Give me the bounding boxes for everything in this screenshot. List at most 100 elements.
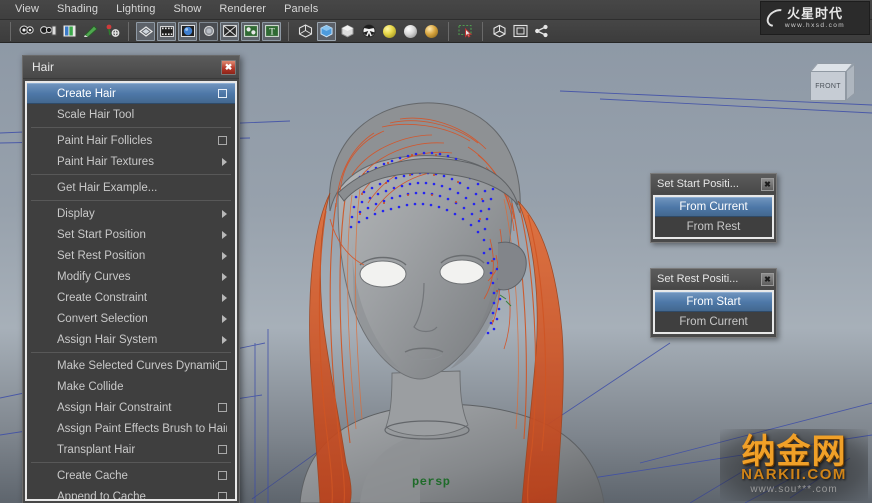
chevron-right-icon <box>222 293 227 302</box>
wireframe-on-shaded-icon[interactable] <box>317 21 336 41</box>
hxsd-logo: 火星时代 www.hxsd.com <box>760 1 870 35</box>
default-light-sphere-icon[interactable] <box>380 22 399 41</box>
hair-menu-title-bar[interactable]: Hair ✖ <box>23 56 239 79</box>
set-start-position-list[interactable]: From Current From Rest <box>653 195 774 239</box>
set-rest-position-list[interactable]: From Start From Current <box>653 290 774 334</box>
chevron-right-icon <box>222 230 227 239</box>
close-icon[interactable]: ✖ <box>761 177 774 191</box>
checker-sphere-icon[interactable] <box>359 22 378 41</box>
menu-item-paint-hair-follicles[interactable]: Paint Hair Follicles <box>27 130 235 151</box>
hair-menu-list[interactable]: Create Hair Scale Hair Tool Paint Hair Fol… <box>25 81 237 501</box>
menu-item-scale-hair-tool[interactable]: Scale Hair Tool <box>27 104 235 125</box>
menu-item-make-collide[interactable]: Make Collide <box>27 376 235 397</box>
menu-item-renderer[interactable]: Renderer <box>210 1 275 18</box>
camera-icon[interactable] <box>18 22 37 41</box>
film-gate-icon[interactable] <box>157 21 176 41</box>
menu-divider <box>31 127 231 128</box>
menu-item-assign-hair-system[interactable]: Assign Hair System <box>27 329 235 350</box>
logo-url-text: www.hxsd.com <box>784 22 846 29</box>
menu-item-label: Append to Cache <box>57 490 146 501</box>
option-box-icon[interactable] <box>218 136 227 145</box>
camera-attributes-icon[interactable] <box>39 22 58 41</box>
menu-item-label: Assign Hair System <box>57 333 158 346</box>
menu-item-create-cache[interactable]: Create Cache <box>27 465 235 486</box>
menu-divider <box>31 174 231 175</box>
xray-shade-icon[interactable] <box>220 21 239 41</box>
menu-item-label: Assign Hair Constraint <box>57 401 172 414</box>
menu-item-shading[interactable]: Shading <box>48 1 107 18</box>
menu-item-view[interactable]: View <box>6 1 48 18</box>
option-box-icon[interactable] <box>218 361 227 370</box>
set-rest-position-window[interactable]: Set Rest Positi... ✖ From Start From Cur… <box>650 268 777 338</box>
menu-item-get-hair-example[interactable]: Get Hair Example... <box>27 177 235 198</box>
isolate-select-icon[interactable] <box>296 22 315 41</box>
set-start-position-title-bar[interactable]: Set Start Positi... ✖ <box>651 174 776 194</box>
option-box-icon[interactable] <box>218 89 227 98</box>
option-box-icon[interactable] <box>218 492 227 499</box>
view-cube-side-face[interactable] <box>846 63 855 101</box>
toolbar-separator <box>125 21 132 41</box>
menu-item-create-constraint[interactable]: Create Constraint <box>27 287 235 308</box>
shaded-cube-icon[interactable] <box>338 22 357 41</box>
lighting-icon[interactable] <box>241 21 260 41</box>
menu-item-panels[interactable]: Panels <box>275 1 327 18</box>
menu-item-display[interactable]: Display <box>27 203 235 224</box>
menu-item-paint-hair-textures[interactable]: Paint Hair Textures <box>27 151 235 172</box>
chevron-right-icon <box>222 251 227 260</box>
menu-item-label: Create Hair <box>57 87 116 100</box>
smooth-shade-icon[interactable] <box>178 21 197 41</box>
all-lights-sphere-icon[interactable] <box>401 22 420 41</box>
toolbar-separator <box>7 21 14 41</box>
panel-layout-icon[interactable] <box>532 22 551 41</box>
view-cube-front-face[interactable]: FRONT <box>810 71 846 101</box>
shadows-sphere-icon[interactable] <box>422 22 441 41</box>
set-start-position-window[interactable]: Set Start Positi... ✖ From Current From … <box>650 173 777 243</box>
book-icon[interactable] <box>60 22 79 41</box>
close-icon[interactable]: ✖ <box>221 59 236 75</box>
toolbar-separator <box>445 21 452 41</box>
menu-item-from-rest[interactable]: From Rest <box>655 217 772 237</box>
menu-item-modify-curves[interactable]: Modify Curves <box>27 266 235 287</box>
menu-item-label: Scale Hair Tool <box>57 108 135 121</box>
chevron-right-icon <box>222 314 227 323</box>
toolbar-separator <box>479 21 486 41</box>
option-box-icon[interactable] <box>218 403 227 412</box>
option-box-icon[interactable] <box>218 471 227 480</box>
menu-item-transplant-hair[interactable]: Transplant Hair <box>27 439 235 460</box>
text-display-icon[interactable]: T <box>262 21 281 41</box>
hair-menu-title: Hair <box>32 60 55 74</box>
menu-item-from-current[interactable]: From Current <box>655 312 772 332</box>
add-bookmark-icon[interactable] <box>102 22 121 41</box>
logo-brand-text: 火星时代 <box>786 6 843 21</box>
menu-item-convert-selection[interactable]: Convert Selection <box>27 308 235 329</box>
menu-item-label: Assign Paint Effects Brush to Hair <box>57 422 227 435</box>
hair-menu-window[interactable]: Hair ✖ Create Hair Scale Hair Tool Paint H… <box>22 55 240 503</box>
view-cube[interactable]: FRONT <box>806 61 860 107</box>
marquee-select-icon[interactable] <box>456 22 475 41</box>
menu-item-make-selected-curves-dynamic[interactable]: Make Selected Curves Dynamic <box>27 355 235 376</box>
menu-item-label: Make Selected Curves Dynamic <box>57 359 218 372</box>
menu-item-set-start-position[interactable]: Set Start Position <box>27 224 235 245</box>
set-rest-position-title: Set Rest Positi... <box>657 273 739 285</box>
option-box-icon[interactable] <box>218 445 227 454</box>
menu-item-from-start[interactable]: From Start <box>655 292 772 312</box>
hardware-texture-icon[interactable] <box>199 21 218 41</box>
menu-item-label: Modify Curves <box>57 270 131 283</box>
menu-divider <box>31 462 231 463</box>
menu-item-assign-paint-effects-brush-to-hair[interactable]: Assign Paint Effects Brush to Hair <box>27 418 235 439</box>
set-rest-position-title-bar[interactable]: Set Rest Positi... ✖ <box>651 269 776 289</box>
single-perspective-view-icon[interactable] <box>511 22 530 41</box>
menu-item-create-hair[interactable]: Create Hair <box>27 83 235 104</box>
menu-item-lighting[interactable]: Lighting <box>107 1 164 18</box>
object-display-icon[interactable] <box>490 22 509 41</box>
menu-item-show[interactable]: Show <box>164 1 210 18</box>
menu-item-set-rest-position[interactable]: Set Rest Position <box>27 245 235 266</box>
set-start-position-title: Set Start Positi... <box>657 178 739 190</box>
watermark-sub-text: www.sou***.com <box>750 484 838 495</box>
wireframe-shading-icon[interactable] <box>136 21 155 41</box>
menu-item-append-to-cache[interactable]: Append to Cache <box>27 486 235 501</box>
close-icon[interactable]: ✖ <box>761 272 774 286</box>
menu-item-assign-hair-constraint[interactable]: Assign Hair Constraint <box>27 397 235 418</box>
paint-icon[interactable] <box>81 22 100 41</box>
menu-item-from-current[interactable]: From Current <box>655 197 772 217</box>
